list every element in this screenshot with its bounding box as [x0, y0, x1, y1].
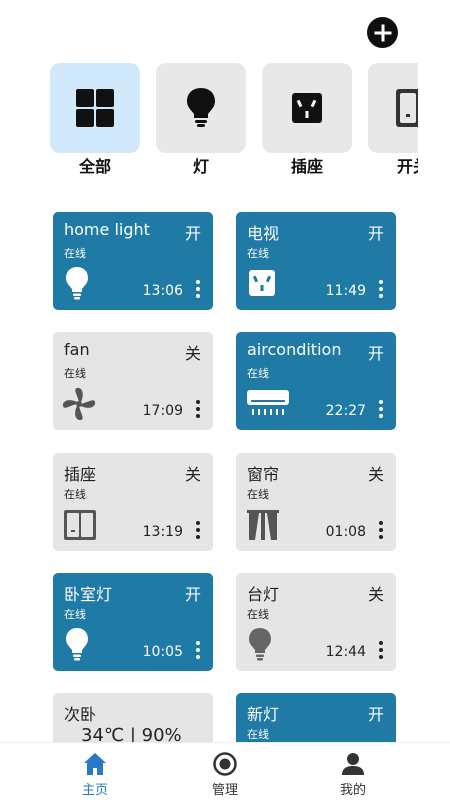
device-online-status: 在线	[247, 728, 269, 741]
home-icon	[84, 753, 106, 775]
nav-label-profile: 我的	[339, 783, 366, 798]
device-online-status: 在线	[247, 247, 269, 260]
device-state[interactable]: 关	[368, 581, 384, 605]
category-light[interactable]	[156, 63, 246, 153]
category-row: 全部 灯 插座 开	[0, 63, 418, 183]
device-card-aircondition[interactable]: aircondition 开 在线 22:27	[236, 332, 396, 430]
device-name: 台灯	[247, 585, 280, 604]
category-label-switch: 开关	[396, 157, 418, 176]
category-all[interactable]	[50, 63, 140, 153]
device-time: 13:06	[142, 283, 183, 299]
device-name: 窗帘	[247, 465, 280, 484]
device-card-tv[interactable]: 电视 开 在线 11:49	[236, 212, 396, 310]
device-name: 插座	[64, 465, 97, 484]
device-online-status: 在线	[247, 608, 269, 621]
device-state[interactable]: 关	[368, 461, 384, 485]
device-time: 22:27	[325, 403, 366, 419]
add-device-icon[interactable]	[367, 17, 398, 48]
category-switch[interactable]	[368, 63, 418, 153]
device-name: 新灯	[247, 705, 280, 724]
category-label-light: 灯	[192, 157, 209, 176]
device-online-status: 在线	[64, 367, 86, 380]
device-state[interactable]: 开	[368, 220, 384, 244]
radio-circle-icon	[213, 752, 237, 776]
category-socket[interactable]	[262, 63, 352, 153]
more-options-icon[interactable]	[378, 641, 384, 661]
device-online-status: 在线	[64, 608, 86, 621]
category-label-all: 全部	[78, 157, 111, 176]
switch-icon	[64, 510, 96, 540]
more-options-icon[interactable]	[195, 280, 201, 300]
device-card-desk-lamp[interactable]: 台灯 关 在线 12:44	[236, 573, 396, 671]
device-state[interactable]: 开	[368, 340, 384, 364]
nav-home[interactable]: 主页	[45, 749, 145, 799]
bulb-icon	[66, 628, 88, 661]
socket-icon	[249, 270, 275, 296]
device-time: 10:05	[142, 644, 183, 660]
fan-icon	[63, 387, 96, 421]
device-name: fan	[64, 340, 90, 359]
device-online-status: 在线	[247, 488, 269, 501]
device-time: 12:44	[325, 644, 366, 660]
bulb-icon	[249, 628, 271, 661]
device-name: 卧室灯	[64, 585, 113, 604]
nav-label-home: 主页	[81, 783, 108, 798]
bulb-icon	[187, 88, 215, 127]
device-card-socket[interactable]: 插座 关 在线 13:19	[53, 453, 213, 551]
device-time: 11:49	[325, 283, 366, 299]
more-options-icon[interactable]	[378, 400, 384, 420]
more-options-icon[interactable]	[195, 400, 201, 420]
more-options-icon[interactable]	[195, 641, 201, 661]
device-name: home light	[64, 220, 150, 239]
nav-profile[interactable]: 我的	[303, 749, 403, 799]
more-options-icon[interactable]	[378, 521, 384, 541]
device-state[interactable]: 开	[185, 581, 201, 605]
device-state[interactable]: 关	[185, 461, 201, 485]
nav-manage[interactable]: 管理	[175, 749, 275, 799]
device-time: 13:19	[142, 524, 183, 540]
device-name: 电视	[247, 224, 280, 243]
device-state[interactable]: 开	[185, 220, 201, 244]
curtain-icon	[247, 510, 279, 540]
person-icon	[342, 753, 364, 775]
device-online-status: 在线	[247, 367, 269, 380]
device-card-bedroom-light[interactable]: 卧室灯 开 在线 10:05	[53, 573, 213, 671]
device-time: 17:09	[142, 403, 183, 419]
device-name: 次卧	[64, 705, 97, 724]
nav-label-manage: 管理	[211, 783, 238, 798]
category-label-socket: 插座	[290, 157, 323, 176]
bottom-navigation: 主页 管理 我的	[0, 742, 450, 800]
device-state[interactable]: 开	[368, 701, 384, 725]
device-card-home-light[interactable]: home light 开 在线 13:06	[53, 212, 213, 310]
bulb-icon	[66, 267, 88, 300]
device-name: aircondition	[247, 340, 342, 359]
device-card-fan[interactable]: fan 关 在线 17:09	[53, 332, 213, 430]
socket-icon	[292, 93, 322, 123]
device-online-status: 在线	[64, 247, 86, 260]
more-options-icon[interactable]	[378, 280, 384, 300]
device-state[interactable]: 关	[185, 340, 201, 364]
switch-icon	[396, 89, 418, 127]
air-conditioner-icon	[247, 390, 289, 415]
device-card-curtain[interactable]: 窗帘 关 在线 01:08	[236, 453, 396, 551]
app-screen: 全部 灯 插座 开 home light 开 在线 13:06 电视 开 在线 …	[0, 0, 450, 800]
grid-icon	[76, 89, 114, 127]
device-time: 01:08	[325, 524, 366, 540]
more-options-icon[interactable]	[195, 521, 201, 541]
device-online-status: 在线	[64, 488, 86, 501]
